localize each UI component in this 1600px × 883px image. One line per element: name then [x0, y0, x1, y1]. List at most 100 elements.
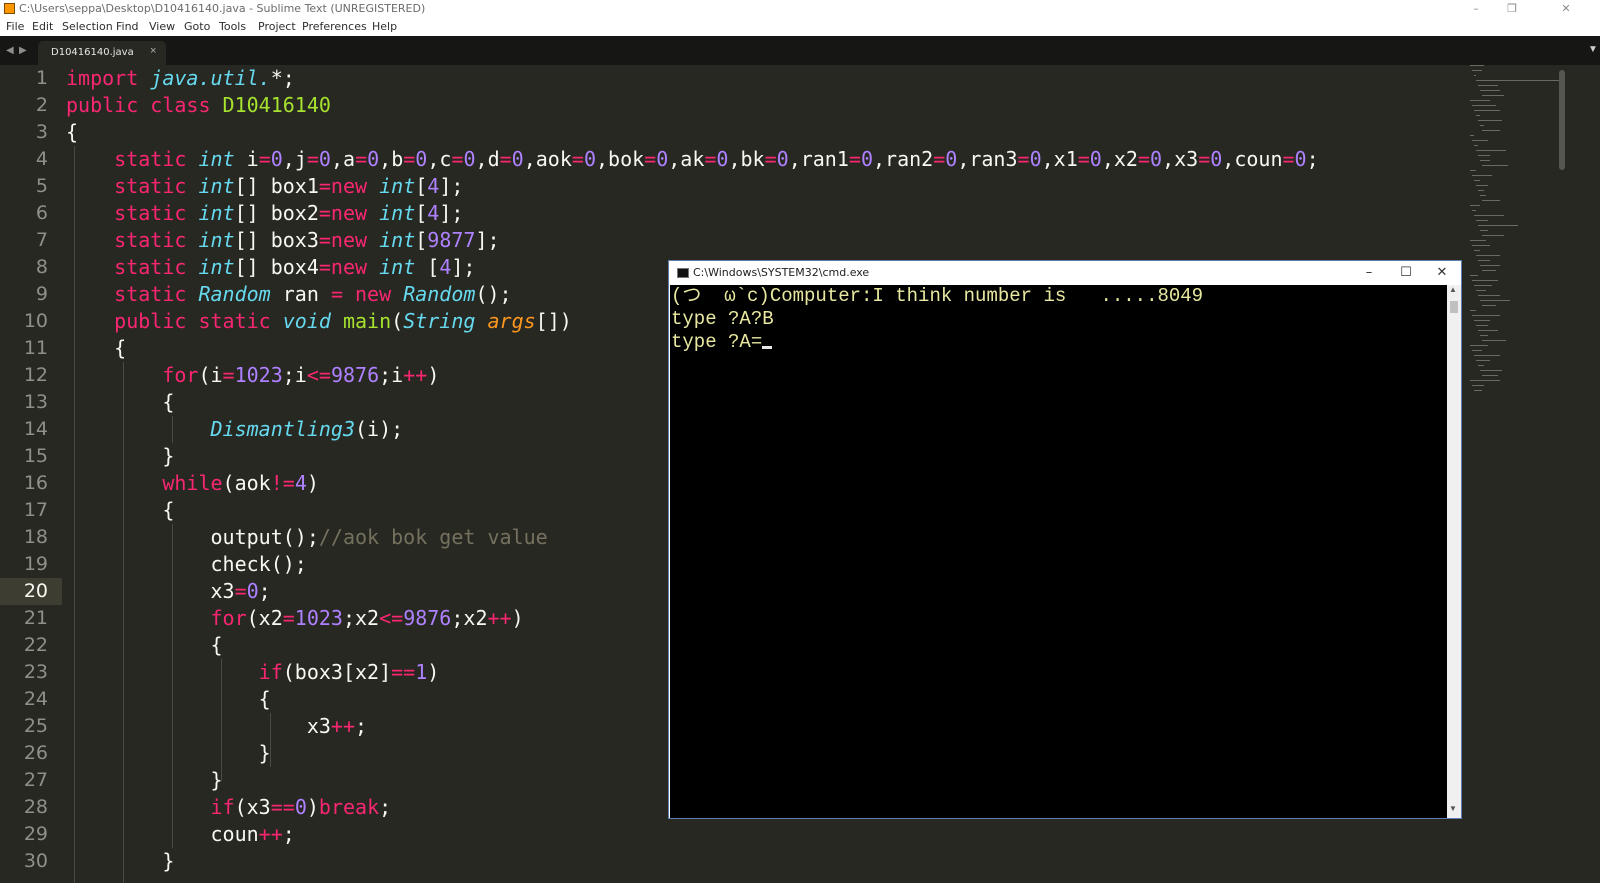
code-line: {: [66, 497, 174, 524]
code-line: check();: [66, 551, 306, 578]
code-token: ==: [391, 660, 416, 684]
tab-d10416140-java[interactable]: D10416140.java ×: [38, 41, 166, 65]
code-token: int: [198, 255, 235, 279]
line-number: 19: [23, 553, 48, 575]
code-token: =: [848, 147, 861, 171]
tab-close-icon[interactable]: ×: [150, 45, 156, 57]
cmd-minimize-icon[interactable]: –: [1354, 263, 1384, 283]
maximize-icon[interactable]: ❐: [1494, 0, 1530, 18]
code-token: *;: [270, 66, 295, 90]
console-prompt-line[interactable]: type ?A=: [671, 331, 773, 354]
menu-selection[interactable]: Selection: [62, 20, 113, 33]
menu-project[interactable]: Project: [258, 20, 296, 33]
menu-goto[interactable]: Goto: [184, 20, 210, 33]
code-token: x3: [66, 714, 331, 738]
code-token: ,bk: [728, 147, 765, 171]
code-token: ,ran1: [788, 147, 849, 171]
code-line: for(x2=1023;x2<=9876;x2++): [66, 605, 524, 632]
cmd-window[interactable]: C:\Windows\SYSTEM32\cmd.exe – ☐ ✕ (つ ω`c…: [668, 260, 1462, 819]
console-output[interactable]: (つ ω`c)Computer:I think number is .....8…: [670, 285, 1447, 818]
minimap-line: [1472, 210, 1476, 211]
minimap-line: [1476, 360, 1490, 361]
minimap-line: [1482, 95, 1504, 96]
menu-help[interactable]: Help: [372, 20, 397, 33]
minimap-line: [1478, 330, 1498, 331]
code-line: coun++;: [66, 821, 295, 848]
scroll-down-arrow-icon[interactable]: ▼: [1449, 804, 1457, 813]
menu-edit[interactable]: Edit: [32, 20, 53, 33]
code-line: }: [66, 848, 174, 875]
menu-tools[interactable]: Tools: [219, 20, 246, 33]
code-token: break: [318, 795, 380, 819]
code-token: public static: [114, 309, 283, 333]
line-number: 22: [23, 634, 48, 656]
minimap-line: [1470, 310, 1476, 311]
code-token: [] box3: [234, 228, 319, 252]
code-token: ;: [282, 822, 295, 846]
code-line: }: [66, 767, 222, 794]
code-token: 4: [427, 201, 440, 225]
code-token: =: [704, 147, 717, 171]
code-line: {: [66, 632, 223, 659]
minimap-line: [1470, 275, 1478, 276]
code-token: 0: [246, 579, 259, 603]
line-number: 29: [23, 823, 48, 845]
minimize-icon[interactable]: –: [1458, 0, 1494, 18]
minimap-line: [1478, 120, 1502, 121]
scroll-up-arrow-icon[interactable]: ▲: [1449, 285, 1457, 294]
minimap-line: [1474, 145, 1478, 146]
minimap[interactable]: [1468, 65, 1560, 395]
menu-find[interactable]: Find: [116, 20, 139, 33]
cmd-scrollbar[interactable]: ▲ ▼: [1447, 285, 1461, 818]
code-token: int: [379, 174, 416, 198]
menu-preferences[interactable]: Preferences: [302, 20, 367, 33]
code-token: 0: [511, 147, 524, 171]
code-token: =: [571, 147, 584, 171]
code-token: }: [66, 444, 175, 468]
code-token: 9876: [403, 606, 452, 630]
menu-bar: File Edit Selection Find View Goto Tools…: [0, 18, 1600, 36]
back-arrow-icon[interactable]: ◀: [6, 45, 14, 56]
line-number: 11: [23, 337, 48, 359]
code-token: java.util.: [150, 66, 271, 90]
minimap-line: [1470, 170, 1476, 171]
line-number: 6: [35, 202, 48, 224]
line-number: 3: [35, 121, 48, 143]
code-token: 1023: [234, 363, 283, 387]
close-icon[interactable]: ✕: [1548, 0, 1584, 18]
cmd-scroll-thumb[interactable]: [1450, 301, 1458, 313]
code-token: <=: [379, 606, 404, 630]
code-token: 0: [776, 147, 789, 171]
tab-dropdown-icon[interactable]: ▼: [1588, 44, 1598, 55]
editor-scrollbar[interactable]: [1559, 70, 1565, 170]
code-token: ;: [355, 714, 368, 738]
code-line: {: [66, 119, 78, 146]
code-token: Random: [198, 282, 283, 306]
menu-view[interactable]: View: [149, 20, 175, 33]
cmd-maximize-icon[interactable]: ☐: [1391, 263, 1421, 283]
line-number: 25: [23, 715, 48, 737]
forward-arrow-icon[interactable]: ▶: [19, 45, 27, 56]
code-token: =: [403, 147, 416, 171]
line-number: 12: [23, 364, 48, 386]
code-token: =new: [318, 201, 380, 225]
code-line: static int[] box3=new int[9877];: [66, 227, 499, 254]
line-number: 15: [23, 445, 48, 467]
cmd-title-bar[interactable]: C:\Windows\SYSTEM32\cmd.exe – ☐ ✕: [669, 261, 1461, 285]
code-token: {: [66, 633, 223, 657]
code-token: {: [66, 498, 175, 522]
cmd-close-icon[interactable]: ✕: [1427, 263, 1457, 283]
code-token: ,coun: [1222, 147, 1283, 171]
line-number: 24: [23, 688, 48, 710]
code-token: [] box4: [234, 255, 319, 279]
code-token: String: [403, 309, 488, 333]
menu-file[interactable]: File: [6, 20, 24, 33]
minimap-line: [1480, 300, 1510, 301]
minimap-line: [1474, 215, 1504, 216]
code-token: = new: [330, 282, 404, 306]
code-token: {: [66, 687, 271, 711]
minimap-line: [1472, 175, 1492, 176]
minimap-line: [1482, 200, 1500, 201]
code-token: ==: [270, 795, 295, 819]
minimap-line: [1472, 245, 1490, 246]
